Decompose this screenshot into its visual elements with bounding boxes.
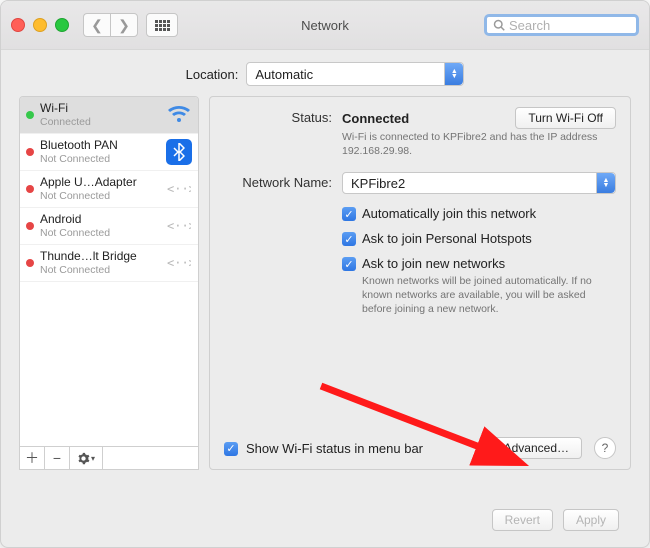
show-menubar-checkbox[interactable]: ✓ (224, 442, 238, 456)
service-text: Android Not Connected (40, 213, 160, 239)
ask-hotspot-row: ✓ Ask to join Personal Hotspots (342, 231, 616, 246)
service-text: Thunde…lt Bridge Not Connected (40, 250, 160, 276)
show-all-button[interactable] (146, 13, 178, 37)
service-sub: Not Connected (40, 264, 160, 276)
main-area: Wi-Fi Connected Bluetooth PAN Not Connec… (1, 96, 649, 482)
service-name: Thunde…lt Bridge (40, 250, 160, 264)
network-name-row: Network Name: KPFibre2 ▲▼ (224, 172, 616, 194)
service-name: Bluetooth PAN (40, 139, 160, 153)
service-text: Apple U…Adapter Not Connected (40, 176, 160, 202)
svg-text:<··>: <··> (167, 256, 191, 270)
search-icon (493, 19, 505, 31)
svg-text:<··>: <··> (167, 182, 191, 196)
sidebar-item-wifi[interactable]: Wi-Fi Connected (20, 97, 198, 134)
bluetooth-icon (166, 139, 192, 165)
titlebar: ❮ ❯ Network Search (1, 1, 649, 50)
location-select[interactable]: Automatic ▲▼ (246, 62, 464, 86)
ask-new-group: Ask to join new networks Known networks … (362, 256, 616, 316)
auto-join-checkbox[interactable]: ✓ (342, 207, 356, 221)
sidebar-item-usb-adapter[interactable]: Apple U…Adapter Not Connected <··> (20, 171, 198, 208)
minus-icon: − (53, 450, 61, 466)
status-hint: Wi-Fi is connected to KPFibre2 and has t… (342, 131, 616, 158)
status-value-area: Connected Turn Wi-Fi Off Wi-Fi is connec… (342, 107, 616, 158)
service-sub: Not Connected (40, 190, 160, 202)
sidebar-item-bluetooth[interactable]: Bluetooth PAN Not Connected (20, 134, 198, 171)
sidebar-footer: ＋ − ▾ (20, 446, 198, 469)
show-menubar-label: Show Wi-Fi status in menu bar (246, 441, 423, 456)
apply-button[interactable]: Apply (563, 509, 619, 531)
help-button[interactable]: ? (594, 437, 616, 459)
remove-service-button[interactable]: − (45, 447, 70, 469)
wifi-icon (166, 102, 192, 128)
stepper-icon: ▲▼ (444, 63, 463, 85)
service-text: Bluetooth PAN Not Connected (40, 139, 160, 165)
status-dot-icon (26, 259, 34, 267)
gear-icon: ▾ (77, 452, 95, 465)
sidebar-item-android[interactable]: Android Not Connected <··> (20, 208, 198, 245)
auto-join-row: ✓ Automatically join this network (342, 206, 616, 221)
location-row: Location: Automatic ▲▼ (1, 50, 649, 96)
status-value: Connected (342, 111, 409, 126)
traffic-lights (11, 18, 69, 32)
ask-hotspot-label: Ask to join Personal Hotspots (362, 231, 532, 246)
svg-text:<··>: <··> (167, 219, 191, 233)
status-dot-icon (26, 185, 34, 193)
ethernet-icon: <··> (166, 213, 192, 239)
network-name-value-area: KPFibre2 ▲▼ (342, 172, 616, 194)
search-field[interactable]: Search (484, 14, 639, 36)
auto-join-label: Automatically join this network (362, 206, 536, 221)
search-placeholder: Search (509, 18, 550, 33)
sidebar-item-thunderbolt[interactable]: Thunde…lt Bridge Not Connected <··> (20, 245, 198, 282)
ethernet-icon: <··> (166, 250, 192, 276)
turn-wifi-off-button[interactable]: Turn Wi-Fi Off (515, 107, 616, 129)
nav-back-forward: ❮ ❯ (83, 13, 138, 37)
ask-new-checkbox[interactable]: ✓ (342, 257, 356, 271)
revert-button[interactable]: Revert (492, 509, 553, 531)
status-label: Status: (224, 107, 332, 158)
close-icon[interactable] (11, 18, 25, 32)
advanced-button[interactable]: Advanced… (491, 437, 582, 459)
services-list: Wi-Fi Connected Bluetooth PAN Not Connec… (20, 97, 198, 446)
network-prefs-window: ❮ ❯ Network Search Location: Automatic ▲… (0, 0, 650, 548)
services-sidebar: Wi-Fi Connected Bluetooth PAN Not Connec… (19, 96, 199, 470)
zoom-icon[interactable] (55, 18, 69, 32)
minimize-icon[interactable] (33, 18, 47, 32)
service-text: Wi-Fi Connected (40, 102, 160, 128)
details-footer-row: ✓ Show Wi-Fi status in menu bar Advanced… (224, 437, 616, 459)
status-dot-icon (26, 111, 34, 119)
plus-icon: ＋ (25, 448, 39, 468)
location-value: Automatic (255, 67, 313, 82)
service-name: Android (40, 213, 160, 227)
help-icon: ? (602, 441, 609, 455)
status-row: Status: Connected Turn Wi-Fi Off Wi-Fi i… (224, 107, 616, 158)
network-name-label: Network Name: (224, 172, 332, 194)
network-name-value: KPFibre2 (351, 176, 405, 191)
ethernet-icon: <··> (166, 176, 192, 202)
stepper-icon: ▲▼ (596, 173, 615, 193)
location-label: Location: (186, 67, 239, 82)
service-sub: Not Connected (40, 227, 160, 239)
window-footer-actions: Revert Apply (492, 509, 619, 531)
ask-new-row: ✓ Ask to join new networks Known network… (342, 256, 616, 316)
service-actions-button[interactable]: ▾ (70, 447, 103, 469)
network-name-select[interactable]: KPFibre2 ▲▼ (342, 172, 616, 194)
status-dot-icon (26, 148, 34, 156)
details-pane: Status: Connected Turn Wi-Fi Off Wi-Fi i… (209, 96, 631, 470)
ask-hotspot-checkbox[interactable]: ✓ (342, 232, 356, 246)
forward-button[interactable]: ❯ (110, 13, 138, 37)
ask-new-label: Ask to join new networks (362, 256, 505, 271)
service-sub: Connected (40, 116, 160, 128)
service-name: Wi-Fi (40, 102, 160, 116)
ask-new-hint: Known networks will be joined automatica… (362, 275, 616, 316)
service-name: Apple U…Adapter (40, 176, 160, 190)
grid-icon (155, 20, 170, 31)
status-dot-icon (26, 222, 34, 230)
service-sub: Not Connected (40, 153, 160, 165)
add-service-button[interactable]: ＋ (20, 447, 45, 469)
back-button[interactable]: ❮ (83, 13, 110, 37)
